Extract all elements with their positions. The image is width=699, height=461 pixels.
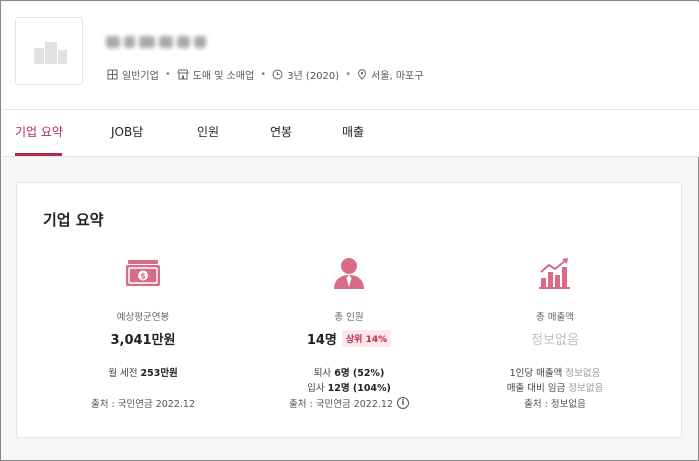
ratio-label: 매출 대비 임금 — [506, 383, 566, 394]
salary-monthly: 월 세전 253만원 — [43, 366, 243, 381]
employees-label: 총 인원 — [334, 312, 364, 323]
company-years-text: 3년 (2020) — [287, 71, 340, 82]
join-prefix: 입사 — [307, 383, 325, 394]
separator-dot: • — [260, 69, 267, 80]
company-type: 일반기업 — [107, 67, 159, 82]
company-industry: 도매 및 소매업 — [177, 67, 255, 82]
info-icon[interactable]: i — [397, 397, 409, 409]
per-person-value: 정보없음 — [565, 368, 601, 379]
revenue-details: 1인당 매출액 정보없음 매출 대비 임금 정보없음 — [455, 366, 655, 396]
company-summary-card: 기업 요약 $ 예상평균연봉 3,041만원 월 세전 253만원 출처 : 국… — [16, 182, 682, 438]
ratio-value: 정보없음 — [568, 383, 604, 394]
location-pin-icon — [358, 69, 367, 80]
summary-title: 기업 요약 — [43, 211, 104, 229]
per-person-label: 1인당 매출액 — [509, 368, 563, 379]
building-icon — [107, 69, 118, 80]
separator-dot: • — [164, 69, 171, 80]
active-tab-indicator — [15, 153, 62, 156]
employees-source-row: 출처 : 국민연금 2022.12 i — [249, 396, 449, 410]
employees-source: 출처 : 국민연금 2022.12 — [289, 399, 393, 410]
resign-prefix: 퇴사 — [313, 368, 332, 379]
employees-rank-badge: 상위 14% — [341, 329, 392, 347]
per-person-row: 1인당 매출액 정보없음 — [455, 366, 655, 381]
person-icon — [334, 258, 364, 289]
join-value: 12명 (104%) — [327, 383, 391, 394]
salary-column: $ 예상평균연봉 3,041만원 월 세전 253만원 출처 : 국민연금 20… — [43, 253, 243, 410]
company-header: 일반기업 • 도매 및 소매업 • 3년 (2020) • 서울, 마포구 — [2, 2, 699, 110]
money-icon: $ — [126, 260, 160, 286]
salary-value: 3,041만원 — [110, 332, 176, 348]
company-years: 3년 (2020) — [272, 67, 339, 82]
page-frame: 일반기업 • 도매 및 소매업 • 3년 (2020) • 서울, 마포구 기업… — [0, 0, 699, 461]
revenue-source: 출처 : 정보없음 — [524, 399, 586, 410]
employees-value-row: 14명 상위 14% — [249, 329, 449, 348]
employees-turnover: 퇴사 6명 (52%) 입사 12명 (104%) — [249, 366, 449, 396]
salary-monthly-value: 253만원 — [140, 368, 178, 379]
join-row: 입사 12명 (104%) — [249, 381, 449, 396]
employees-value: 14명 — [306, 332, 337, 348]
tab-summary[interactable]: 기업 요약 — [15, 123, 63, 140]
tab-jobdam[interactable]: JOB담 — [111, 123, 143, 140]
salary-label: 예상평균연봉 — [116, 312, 170, 323]
store-icon — [177, 69, 189, 80]
separator-dot: • — [345, 69, 352, 80]
svg-text:$: $ — [140, 272, 146, 281]
salary-source: 출처 : 국민연금 2022.12 — [91, 399, 195, 410]
growth-chart-icon — [539, 258, 570, 289]
revenue-label: 총 매출액 — [536, 312, 574, 323]
salary-monthly-prefix: 월 세전 — [108, 368, 138, 379]
company-location-text: 서울, 마포구 — [371, 71, 424, 82]
revenue-value: 정보없음 — [531, 332, 579, 348]
tab-revenue[interactable]: 매출 — [342, 123, 364, 140]
company-name-blurred — [106, 31, 206, 53]
resign-value: 6명 (52%) — [334, 368, 385, 379]
company-industry-text: 도매 및 소매업 — [192, 71, 255, 82]
revenue-wage-ratio-row: 매출 대비 임금 정보없음 — [455, 381, 655, 396]
revenue-column: 총 매출액 정보없음 1인당 매출액 정보없음 매출 대비 임금 정보없음 출처… — [455, 253, 655, 410]
company-location: 서울, 마포구 — [357, 67, 423, 82]
company-meta: 일반기업 • 도매 및 소매업 • 3년 (2020) • 서울, 마포구 — [107, 67, 423, 82]
tab-headcount[interactable]: 인원 — [197, 123, 219, 140]
company-logo-placeholder — [15, 17, 83, 85]
clock-icon — [272, 69, 283, 80]
tab-bar: 기업 요약 JOB담 인원 연봉 매출 — [2, 110, 699, 157]
company-type-text: 일반기업 — [122, 71, 159, 82]
resign-row: 퇴사 6명 (52%) — [249, 366, 449, 381]
tab-salary[interactable]: 연봉 — [270, 123, 292, 140]
employees-column: 총 인원 14명 상위 14% 퇴사 6명 (52%) 입사 12명 (104%… — [249, 253, 449, 410]
building-placeholder-icon — [34, 42, 67, 64]
